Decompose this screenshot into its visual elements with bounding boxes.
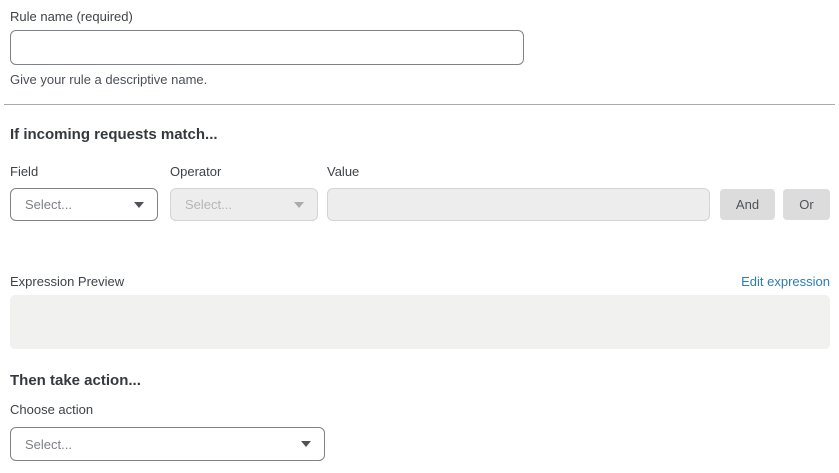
- expression-preview-label: Expression Preview: [10, 274, 124, 290]
- value-label: Value: [327, 164, 830, 180]
- field-select[interactable]: Select...: [10, 188, 158, 221]
- field-select-value: Select...: [25, 197, 72, 212]
- chevron-down-icon: [134, 202, 144, 208]
- rule-name-helper: Give your rule a descriptive name.: [10, 72, 830, 88]
- action-select[interactable]: Select...: [10, 427, 325, 461]
- section-divider: [4, 104, 835, 105]
- rule-name-label: Rule name (required): [10, 9, 830, 25]
- field-label: Field: [10, 164, 158, 180]
- operator-select-value: Select...: [185, 197, 232, 212]
- and-button[interactable]: And: [720, 189, 775, 220]
- condition-controls-row: Select... Select... And Or: [10, 188, 830, 221]
- expression-preview-header: Expression Preview Edit expression: [10, 274, 830, 290]
- action-select-value: Select...: [25, 437, 72, 452]
- expression-preview-box: [10, 295, 830, 349]
- operator-label: Operator: [170, 164, 318, 180]
- rule-name-input[interactable]: [10, 30, 524, 65]
- action-section-heading: Then take action...: [10, 371, 830, 391]
- rule-form: Rule name (required) Give your rule a de…: [0, 0, 839, 473]
- operator-select: Select...: [170, 188, 318, 221]
- or-button[interactable]: Or: [783, 189, 830, 220]
- match-section-heading: If incoming requests match...: [10, 125, 830, 145]
- value-input: [327, 188, 710, 221]
- chevron-down-icon: [301, 441, 311, 447]
- condition-labels-row: Field Operator Value: [10, 164, 830, 180]
- edit-expression-link[interactable]: Edit expression: [741, 274, 830, 289]
- chevron-down-icon: [294, 202, 304, 208]
- choose-action-label: Choose action: [10, 402, 830, 418]
